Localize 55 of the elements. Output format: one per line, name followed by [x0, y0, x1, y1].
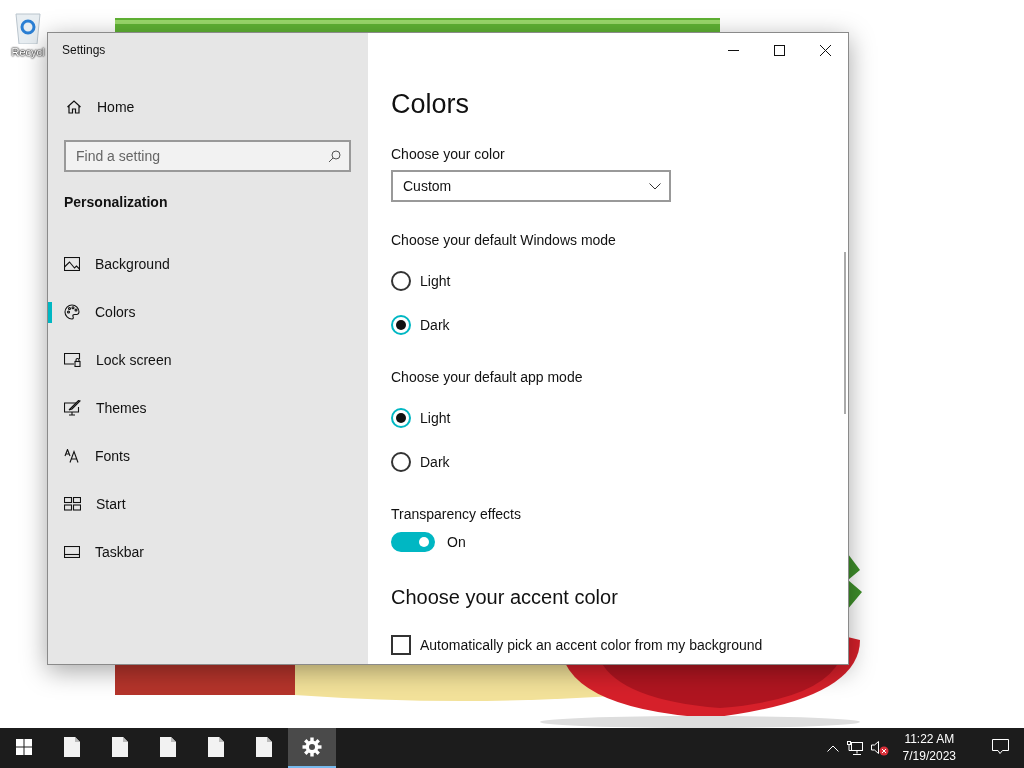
toggle-state: On — [447, 534, 466, 550]
file-icon — [64, 737, 80, 757]
themes-icon — [64, 400, 81, 416]
scrollbar[interactable] — [844, 252, 846, 414]
taskbar-app[interactable] — [288, 728, 336, 768]
close-icon — [819, 44, 831, 56]
chevron-icon — [649, 182, 661, 190]
section-heading: Personalization — [64, 194, 169, 210]
section-heading: Choose your accent color — [391, 586, 619, 609]
radio-option[interactable]: Dark — [391, 303, 848, 347]
palette-icon — [64, 304, 80, 320]
radio-option[interactable]: Dark — [391, 440, 848, 484]
minimize-icon — [727, 49, 739, 51]
checkbox[interactable] — [391, 635, 411, 655]
chat-bubble-icon — [991, 739, 1009, 755]
field-label: Choose your default Windows mode — [391, 232, 617, 248]
page-title: Colors — [391, 89, 471, 120]
toggle-switch[interactable] — [391, 532, 435, 552]
search-field[interactable]: Find a setting — [64, 140, 351, 172]
file-icon — [160, 737, 176, 757]
field-label: Transparency effects — [391, 506, 522, 522]
settings-icon — [302, 737, 322, 757]
file-icon — [256, 737, 272, 757]
sidebar-item[interactable]: Fonts — [48, 432, 368, 480]
file-icon — [208, 737, 224, 757]
sidebar-item[interactable]: Taskbar — [48, 528, 368, 576]
sidebar-item[interactable]: Background — [48, 240, 368, 288]
maximize-icon — [773, 44, 785, 56]
recycle-bin-icon[interactable] — [14, 10, 42, 44]
windows-logo-icon — [16, 739, 32, 755]
file-icon — [112, 737, 128, 757]
radio-option[interactable]: Light — [391, 396, 848, 440]
window-title: Settings — [61, 43, 107, 57]
home-icon — [66, 99, 82, 115]
sidebar-item[interactable]: Colors — [48, 288, 368, 336]
desktop-icon-label: Recycl — [11, 46, 45, 58]
lock-screen-icon — [64, 353, 81, 367]
sidebar-item[interactable]: Lock screen — [48, 336, 368, 384]
fonts-icon — [64, 449, 80, 463]
clock[interactable]: 11:22 AM 7/19/2023 — [902, 731, 956, 765]
network-icon[interactable] — [846, 740, 863, 756]
home-link[interactable]: Home — [48, 89, 368, 125]
search-icon — [328, 150, 341, 163]
color-dropdown[interactable]: Custom — [391, 170, 671, 202]
chevron-up-icon[interactable] — [826, 744, 839, 752]
start-icon — [64, 497, 81, 511]
muted-speaker-icon[interactable] — [870, 740, 889, 756]
picture-icon — [64, 257, 80, 271]
checkbox-label: Automatically pick an accent color from my background — [420, 637, 763, 653]
field-label: Choose your default app mode — [391, 369, 584, 385]
sidebar-item[interactable]: Themes — [48, 384, 368, 432]
radio-option[interactable]: Light — [391, 259, 848, 303]
taskbar-icon — [64, 546, 80, 558]
field-label: Choose your color — [391, 146, 506, 162]
sidebar-item[interactable]: Start — [48, 480, 368, 528]
